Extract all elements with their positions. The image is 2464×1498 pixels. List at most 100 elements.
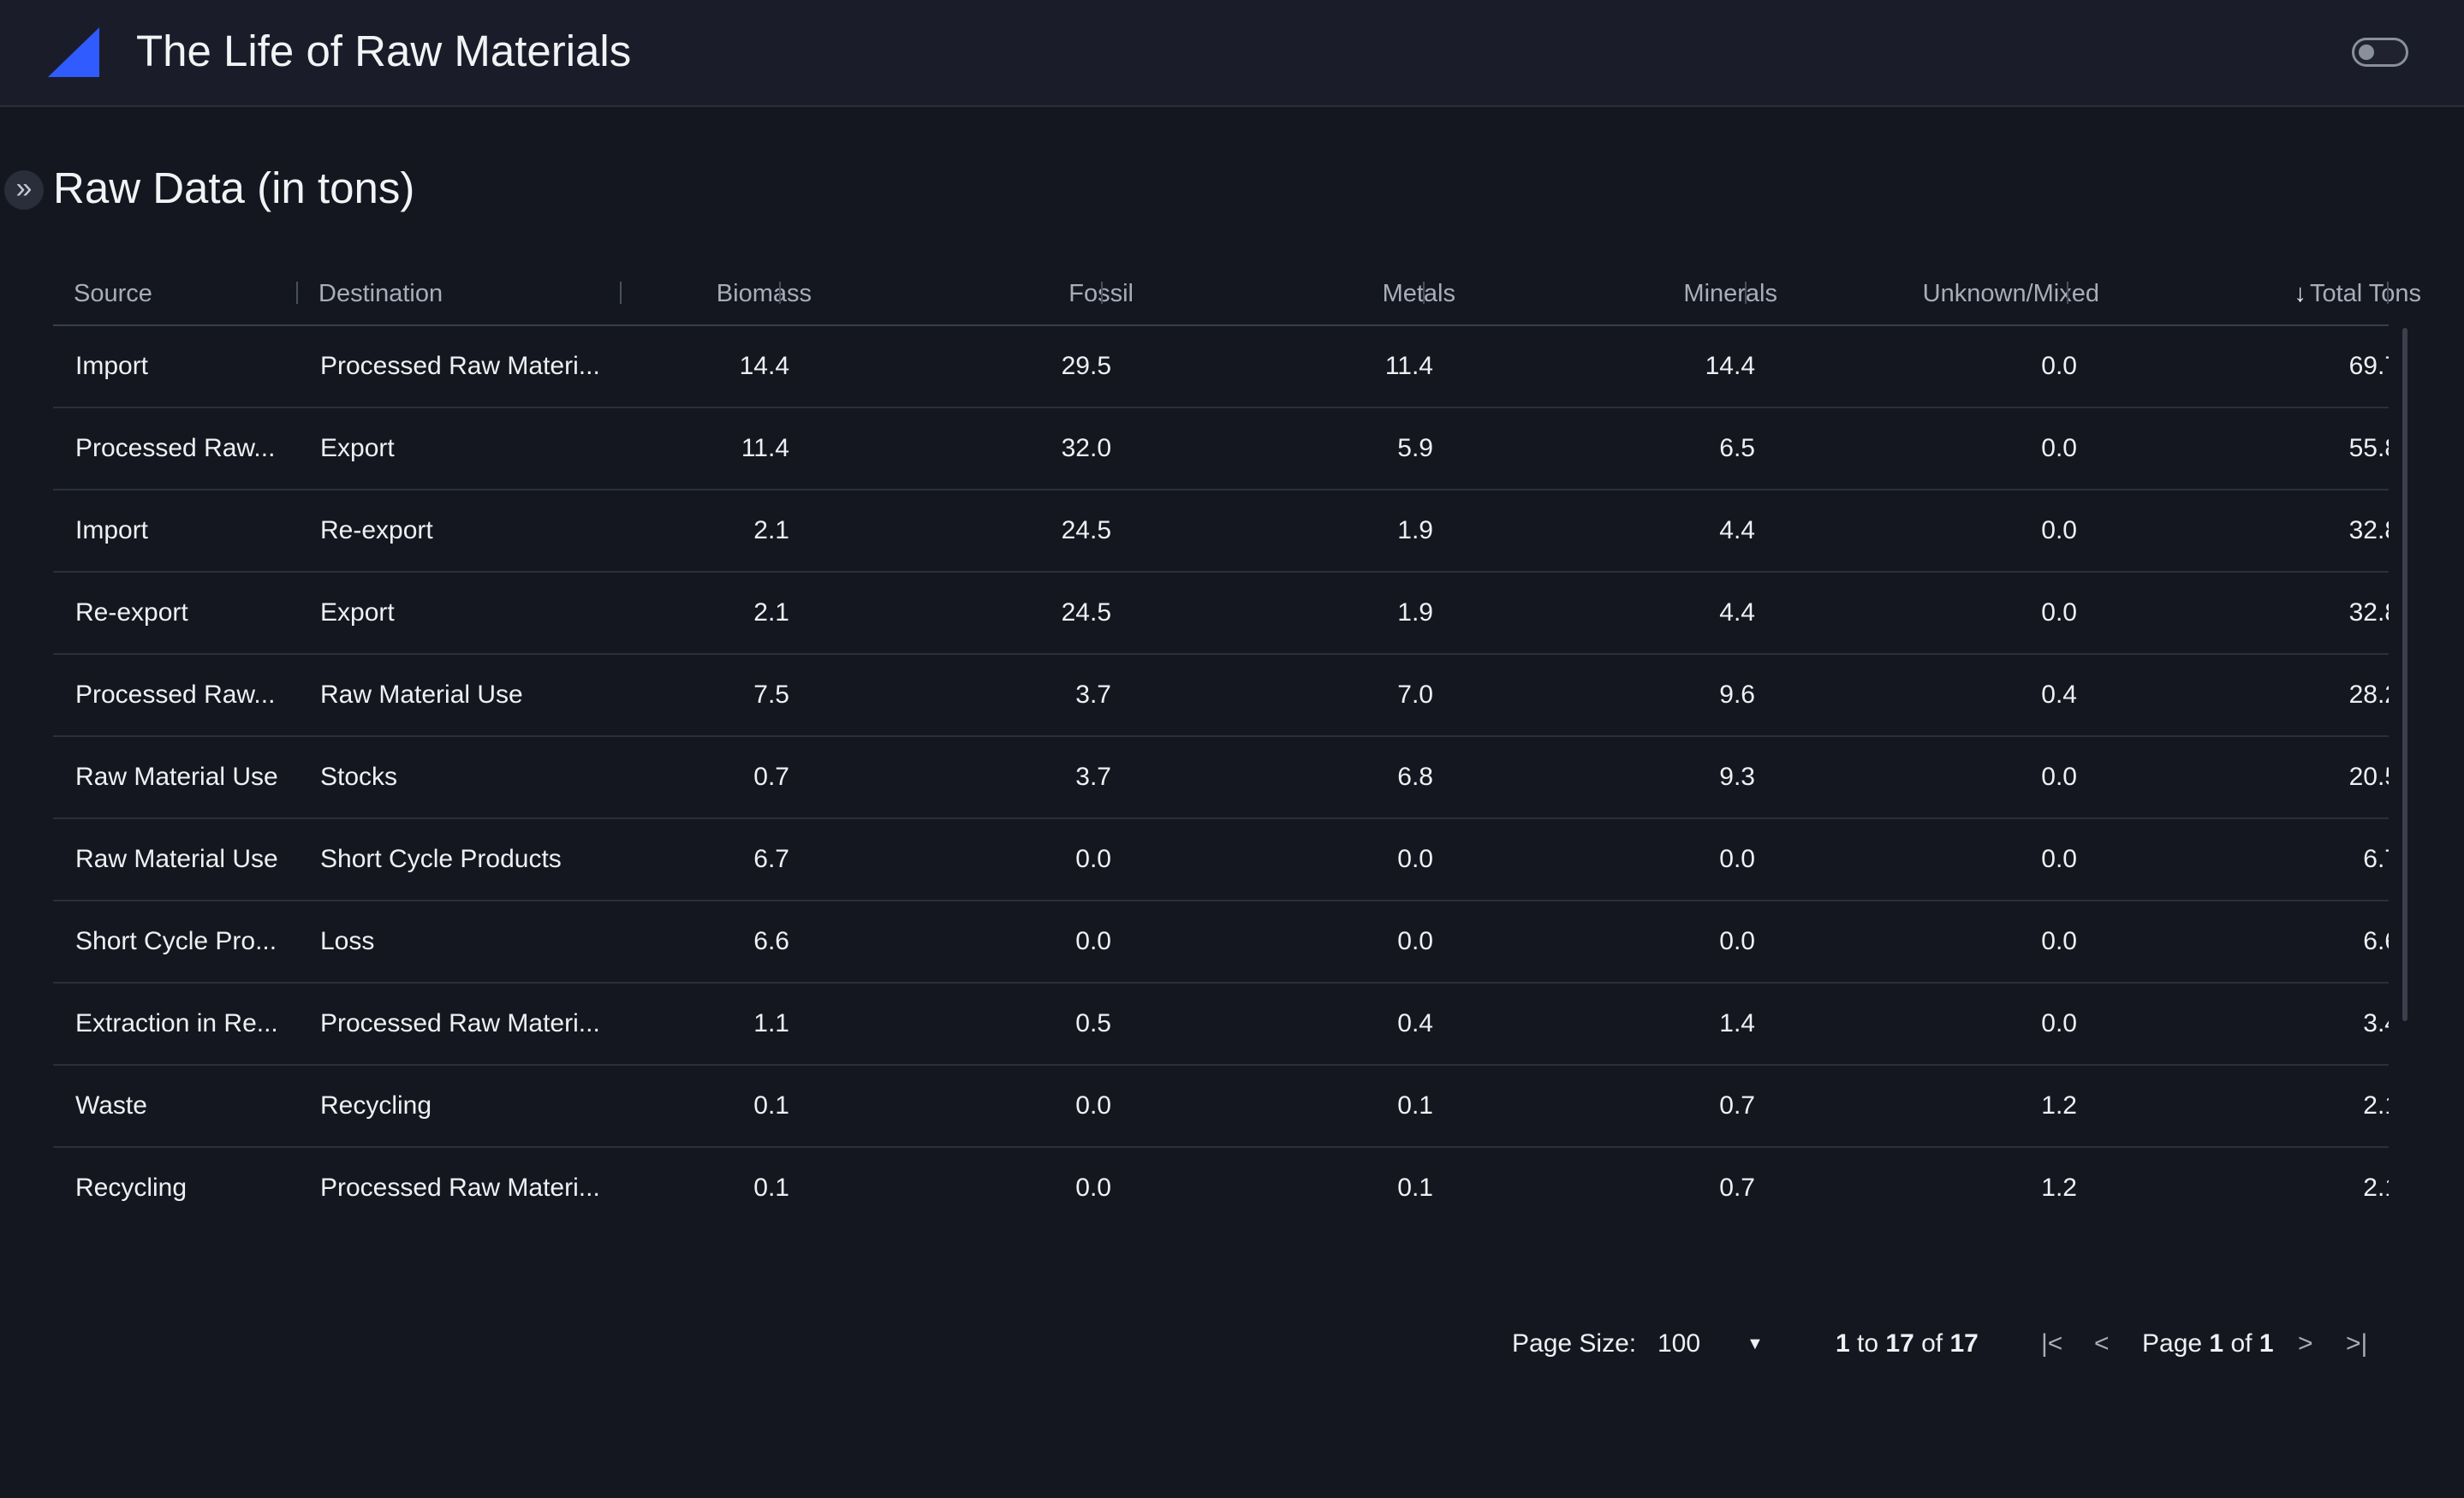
- column-resize-handle[interactable]: [2067, 282, 2068, 304]
- cell-metals: 0.4: [1397, 1009, 1433, 1037]
- column-header-source[interactable]: Source: [74, 261, 288, 326]
- table-row[interactable]: Processed Raw... Raw Material Use 7.5 3.7 7.…: [53, 655, 2389, 737]
- cell-fossil: 0.0: [1075, 1091, 1111, 1120]
- cell-fossil: 32.0: [1061, 434, 1111, 462]
- cell-biomass: 6.6: [753, 927, 789, 955]
- cell-destination: Processed Raw Materi...: [320, 1174, 600, 1202]
- cell-source: Processed Raw...: [75, 434, 276, 462]
- cell-destination: Recycling: [320, 1091, 432, 1120]
- cell-minerals: 4.4: [1719, 598, 1755, 627]
- cell-biomass: 2.1: [753, 516, 789, 544]
- vertical-scrollbar[interactable]: [2402, 328, 2407, 1021]
- cell-unknown-mixed: 0.0: [2041, 845, 2077, 873]
- theme-toggle[interactable]: [2352, 38, 2408, 67]
- cell-source: Re-export: [75, 598, 188, 627]
- grid-header: Source Destination Biomass Fossil Metals…: [53, 261, 2421, 326]
- cell-destination: Export: [320, 434, 395, 462]
- cell-source: Short Cycle Pro...: [75, 927, 277, 955]
- table-row[interactable]: Re-export Export 2.1 24.5 1.9 4.4 0.0 32.8: [53, 573, 2389, 655]
- table-row[interactable]: Raw Material Use Stocks 0.7 3.7 6.8 9.3 0.0 20.…: [53, 737, 2389, 819]
- cell-minerals: 14.4: [1705, 352, 1755, 380]
- column-resize-handle[interactable]: [296, 282, 298, 304]
- cell-minerals: 0.7: [1719, 1091, 1755, 1120]
- range-to-label: to: [1857, 1329, 1879, 1358]
- cell-minerals: 9.6: [1719, 681, 1755, 709]
- table-row[interactable]: Extraction in Re... Processed Raw Materi.…: [53, 984, 2389, 1066]
- table-row[interactable]: Processed Raw... Export 11.4 32.0 5.9 6.5 0.0 5…: [53, 408, 2389, 490]
- first-page-icon[interactable]: |<: [2041, 1318, 2062, 1370]
- page-size-value: 100: [1658, 1329, 1701, 1358]
- cell-unknown-mixed: 1.2: [2041, 1091, 2077, 1120]
- column-header-biomass[interactable]: Biomass: [644, 261, 812, 326]
- column-header-minerals[interactable]: Minerals: [1455, 261, 1777, 326]
- range-total: 17: [1949, 1329, 1979, 1358]
- cell-total-tons: 6.7: [2363, 845, 2389, 873]
- cell-metals: 1.9: [1397, 598, 1433, 627]
- column-header-total-tons[interactable]: ↓ Total Tons: [2099, 261, 2421, 326]
- app-logo-icon: [48, 27, 99, 77]
- cell-biomass: 1.1: [753, 1009, 789, 1037]
- column-resize-handle[interactable]: [1101, 282, 1103, 304]
- cell-total-tons: 3.4: [2363, 1009, 2389, 1037]
- cell-unknown-mixed: 0.4: [2041, 681, 2077, 709]
- table-row[interactable]: Waste Recycling 0.1 0.0 0.1 0.7 1.2 2.1: [53, 1066, 2389, 1148]
- next-page-icon[interactable]: >: [2298, 1318, 2313, 1370]
- cell-biomass: 7.5: [753, 681, 789, 709]
- column-header-metals[interactable]: Metals: [1134, 261, 1455, 326]
- cell-total-tons: 28.2: [2348, 681, 2389, 709]
- table-row[interactable]: Short Cycle Pro... Loss 6.6 0.0 0.0 0.0 0.0 6.6: [53, 901, 2389, 984]
- cell-biomass: 14.4: [739, 352, 789, 380]
- cell-minerals: 1.4: [1719, 1009, 1755, 1037]
- page-size-label: Page Size:: [1512, 1329, 1637, 1358]
- cell-biomass: 6.7: [753, 845, 789, 873]
- cell-metals: 0.1: [1397, 1174, 1433, 1202]
- cell-fossil: 24.5: [1061, 516, 1111, 544]
- cell-biomass: 2.1: [753, 598, 789, 627]
- cell-fossil: 0.0: [1075, 1174, 1111, 1202]
- cell-fossil: 0.0: [1075, 845, 1111, 873]
- cell-metals: 0.0: [1397, 927, 1433, 955]
- cell-metals: 11.4: [1384, 352, 1433, 380]
- double-chevron-right-icon[interactable]: »: [4, 170, 44, 210]
- cell-unknown-mixed: 0.0: [2041, 352, 2077, 380]
- table-row[interactable]: Import Processed Raw Materi... 14.4 29.5 11.…: [53, 326, 2389, 408]
- column-header-fossil[interactable]: Fossil: [812, 261, 1134, 326]
- column-header-unknown-mixed[interactable]: Unknown/Mixed: [1777, 261, 2099, 326]
- table-row[interactable]: Recycling Processed Raw Materi... 0.1 0.0 0.…: [53, 1148, 2389, 1225]
- cell-minerals: 0.0: [1719, 927, 1755, 955]
- cell-fossil: 29.5: [1061, 352, 1111, 380]
- cell-metals: 7.0: [1397, 681, 1433, 709]
- last-page-icon[interactable]: >|: [2346, 1318, 2367, 1370]
- column-header-destination[interactable]: Destination: [318, 261, 644, 326]
- cell-destination: Stocks: [320, 763, 398, 791]
- column-resize-handle[interactable]: [1745, 282, 1747, 304]
- cell-unknown-mixed: 0.0: [2041, 434, 2077, 462]
- cell-minerals: 0.0: [1719, 845, 1755, 873]
- column-resize-handle[interactable]: [620, 282, 622, 304]
- cell-destination: Raw Material Use: [320, 681, 523, 709]
- cell-metals: 6.8: [1397, 763, 1433, 791]
- cell-unknown-mixed: 0.0: [2041, 927, 2077, 955]
- cell-fossil: 3.7: [1075, 681, 1111, 709]
- cell-total-tons: 2.1: [2363, 1091, 2389, 1120]
- previous-page-icon[interactable]: <: [2094, 1318, 2110, 1370]
- table-row[interactable]: Import Re-export 2.1 24.5 1.9 4.4 0.0 32.8: [53, 490, 2389, 573]
- table-row[interactable]: Raw Material Use Short Cycle Products 6.7 0…: [53, 819, 2389, 901]
- cell-total-tons: 69.7: [2348, 352, 2389, 380]
- cell-unknown-mixed: 0.0: [2041, 598, 2077, 627]
- grid-body: Import Processed Raw Materi... 14.4 29.5 11.…: [53, 326, 2389, 1225]
- cell-biomass: 11.4: [741, 434, 789, 462]
- cell-destination: Short Cycle Products: [320, 845, 562, 873]
- cell-minerals: 9.3: [1719, 763, 1755, 791]
- cell-metals: 0.0: [1397, 845, 1433, 873]
- column-resize-handle[interactable]: [779, 282, 781, 304]
- page-size-select[interactable]: 100 ▼: [1658, 1318, 1769, 1370]
- cell-unknown-mixed: 0.0: [2041, 1009, 2077, 1037]
- cell-source: Raw Material Use: [75, 845, 278, 873]
- column-resize-handle[interactable]: [1423, 282, 1425, 304]
- column-resize-handle[interactable]: [2387, 282, 2389, 304]
- cell-source: Raw Material Use: [75, 763, 278, 791]
- cell-source: Import: [75, 516, 149, 544]
- page-current: 1: [2209, 1329, 2224, 1358]
- cell-biomass: 0.1: [753, 1091, 789, 1120]
